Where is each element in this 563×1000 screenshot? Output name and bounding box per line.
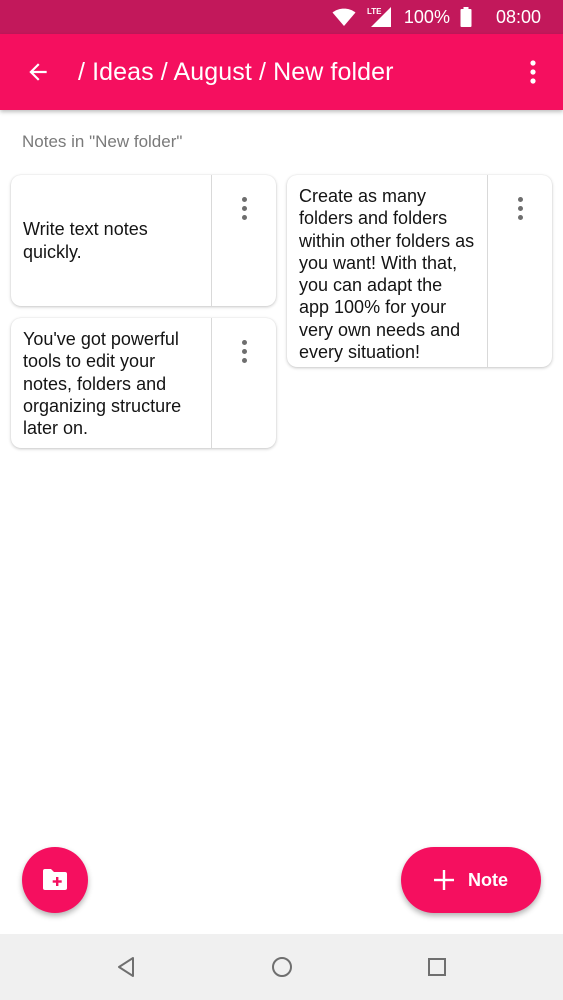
battery-percent: 100% bbox=[403, 6, 450, 27]
arrow-back-icon bbox=[29, 63, 47, 81]
note-text: Write text notes quickly. bbox=[23, 219, 148, 262]
new-note-label: Note bbox=[468, 869, 508, 890]
note-menu-button[interactable] bbox=[211, 318, 276, 448]
new-note-button[interactable]: Note bbox=[401, 847, 541, 913]
plus-icon bbox=[434, 870, 454, 890]
square-recents-icon bbox=[428, 958, 446, 976]
battery-icon bbox=[460, 7, 472, 27]
note-card[interactable]: Write text notes quickly. bbox=[11, 175, 276, 306]
note-text: Create as many folders and folders withi… bbox=[299, 186, 475, 363]
screen: LTE 100% 08:00 / Ideas / August / New fo… bbox=[0, 0, 563, 1000]
create-folder-icon bbox=[43, 869, 67, 890]
more-vert-icon bbox=[241, 340, 247, 448]
lte-signal-icon: LTE bbox=[367, 7, 391, 27]
more-vert-icon bbox=[241, 197, 247, 306]
network-type-label: LTE bbox=[367, 7, 382, 16]
breadcrumb-title: / Ideas / August / New folder bbox=[78, 57, 394, 86]
note-menu-button[interactable] bbox=[211, 175, 276, 306]
circle-home-icon bbox=[272, 957, 292, 977]
nav-recents-button[interactable] bbox=[407, 934, 467, 1000]
note-card[interactable]: You've got powerful tools to edit your n… bbox=[11, 318, 276, 448]
more-vert-icon bbox=[517, 197, 523, 367]
section-label: Notes in "New folder" bbox=[22, 132, 183, 151]
system-nav-bar bbox=[0, 934, 563, 1000]
wifi-icon bbox=[332, 8, 356, 26]
more-vert-icon bbox=[530, 60, 536, 84]
status-bar: LTE 100% 08:00 bbox=[0, 0, 563, 34]
back-button[interactable] bbox=[0, 34, 76, 110]
note-card[interactable]: Create as many folders and folders withi… bbox=[287, 175, 552, 367]
nav-back-button[interactable] bbox=[96, 934, 156, 1000]
status-icons: LTE 100% 08:00 bbox=[332, 6, 541, 28]
note-menu-button[interactable] bbox=[487, 175, 552, 367]
nav-home-button[interactable] bbox=[252, 934, 312, 1000]
clock: 08:00 bbox=[495, 6, 541, 27]
note-text: You've got powerful tools to edit your n… bbox=[23, 329, 182, 439]
new-folder-button[interactable] bbox=[22, 847, 88, 913]
overflow-menu-button[interactable] bbox=[503, 34, 563, 110]
app-bar: / Ideas / August / New folder bbox=[0, 34, 563, 110]
triangle-back-icon bbox=[118, 957, 134, 977]
